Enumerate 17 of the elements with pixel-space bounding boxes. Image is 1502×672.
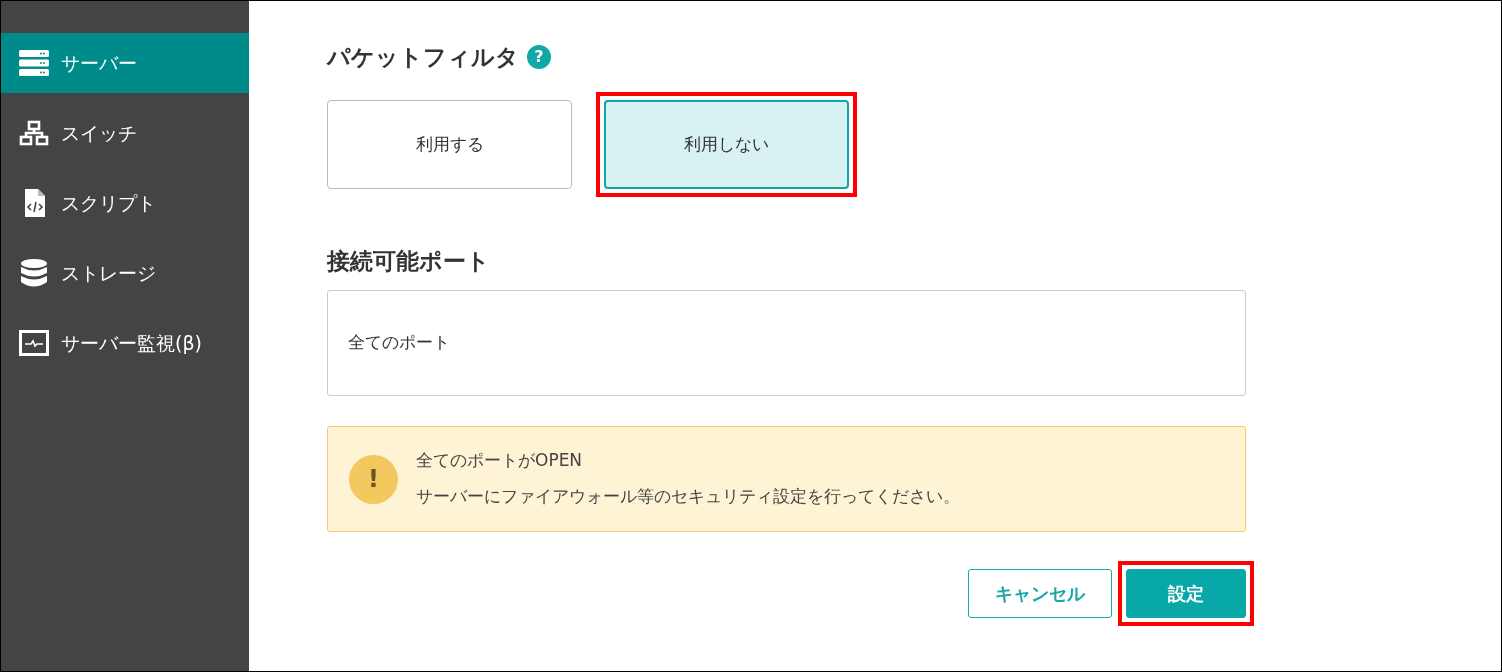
- alert-message: サーバーにファイアウォール等のセキュリティ設定を行ってください。: [416, 485, 960, 508]
- sidebar-item[interactable]: サーバー監視(β): [1, 313, 249, 373]
- option-button[interactable]: 利用する: [327, 100, 572, 189]
- database-icon: [19, 259, 49, 287]
- sidebar-item[interactable]: サーバー: [1, 33, 249, 93]
- port-field[interactable]: 全てのポート: [327, 290, 1246, 396]
- warning-icon: !: [349, 454, 398, 504]
- alert-title: 全てのポートがOPEN: [416, 449, 584, 473]
- sidebar-item[interactable]: ストレージ: [1, 243, 249, 303]
- sidebar-item[interactable]: スイッチ: [1, 103, 249, 163]
- network-icon: [19, 120, 49, 146]
- section-title: 接続可能ポート: [327, 246, 490, 276]
- option-button[interactable]: 利用しない: [604, 100, 849, 189]
- server-icon: [19, 50, 49, 76]
- monitor-icon: [19, 330, 49, 356]
- section-title: パケットフィルタ: [327, 42, 519, 72]
- sidebar-item[interactable]: スクリプト: [1, 173, 249, 233]
